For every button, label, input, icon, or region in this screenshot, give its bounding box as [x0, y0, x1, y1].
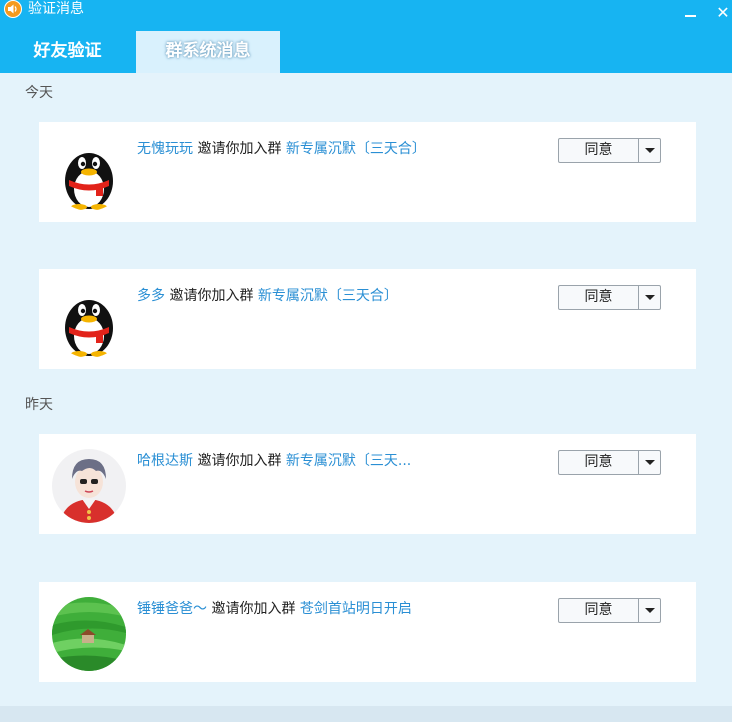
day-label-today: 今天 — [25, 85, 53, 101]
agree-button[interactable]: 同意 — [559, 286, 638, 309]
tab-group-system-messages[interactable]: 群系统消息 — [136, 31, 280, 73]
inviter-link[interactable]: 多多 — [137, 288, 165, 304]
agree-control: 同意 — [558, 450, 661, 475]
landscape-avatar[interactable] — [52, 597, 126, 671]
group-link[interactable]: 新专属沉默〔三天... — [286, 453, 411, 469]
group-link[interactable]: 新专属沉默〔三天合〕 — [258, 288, 398, 304]
list-item: 锤锤爸爸～ 邀请你加入群 苍剑首站明日开启 同意 — [39, 582, 696, 682]
inviter-link[interactable]: 哈根达斯 — [137, 453, 193, 469]
chevron-down-icon[interactable] — [639, 451, 660, 474]
chevron-down-icon[interactable] — [639, 599, 660, 622]
agree-button[interactable]: 同意 — [559, 139, 638, 162]
agree-button[interactable]: 同意 — [559, 599, 638, 622]
anime-avatar[interactable] — [52, 449, 126, 523]
list-item: 多多 邀请你加入群 新专属沉默〔三天合〕 同意 — [39, 269, 696, 369]
qq-penguin-icon[interactable] — [52, 137, 126, 211]
close-button[interactable]: ✕ — [712, 2, 732, 24]
list-item: 无愧玩玩 邀请你加入群 新专属沉默〔三天合〕 同意 — [39, 122, 696, 222]
inviter-link[interactable]: 无愧玩玩 — [137, 141, 193, 157]
agree-control: 同意 — [558, 598, 661, 623]
list-item: 哈根达斯 邀请你加入群 新专属沉默〔三天... 同意 — [39, 434, 696, 534]
invite-message: 哈根达斯 邀请你加入群 新专属沉默〔三天... — [137, 453, 412, 469]
minimize-button[interactable] — [680, 2, 702, 24]
window-title: 验证消息 — [28, 1, 84, 17]
invite-message: 无愧玩玩 邀请你加入群 新专属沉默〔三天合〕 — [137, 141, 426, 157]
qq-penguin-icon[interactable] — [52, 284, 126, 358]
title-bar: 验证消息 ✕ 好友验证 群系统消息 — [0, 0, 732, 73]
bottom-bar — [0, 706, 732, 722]
invite-message: 多多 邀请你加入群 新专属沉默〔三天合〕 — [137, 288, 398, 304]
day-label-yesterday: 昨天 — [25, 397, 53, 413]
chevron-down-icon[interactable] — [639, 139, 660, 162]
invite-message: 锤锤爸爸～ 邀请你加入群 苍剑首站明日开启 — [137, 601, 412, 617]
tab-friend-verification[interactable]: 好友验证 — [0, 31, 135, 73]
agree-button[interactable]: 同意 — [559, 451, 638, 474]
speaker-icon — [4, 0, 22, 18]
agree-control: 同意 — [558, 138, 661, 163]
group-link[interactable]: 苍剑首站明日开启 — [300, 601, 412, 617]
agree-control: 同意 — [558, 285, 661, 310]
group-link[interactable]: 新专属沉默〔三天合〕 — [286, 141, 426, 157]
inviter-link[interactable]: 锤锤爸爸～ — [137, 601, 207, 617]
chevron-down-icon[interactable] — [639, 286, 660, 309]
